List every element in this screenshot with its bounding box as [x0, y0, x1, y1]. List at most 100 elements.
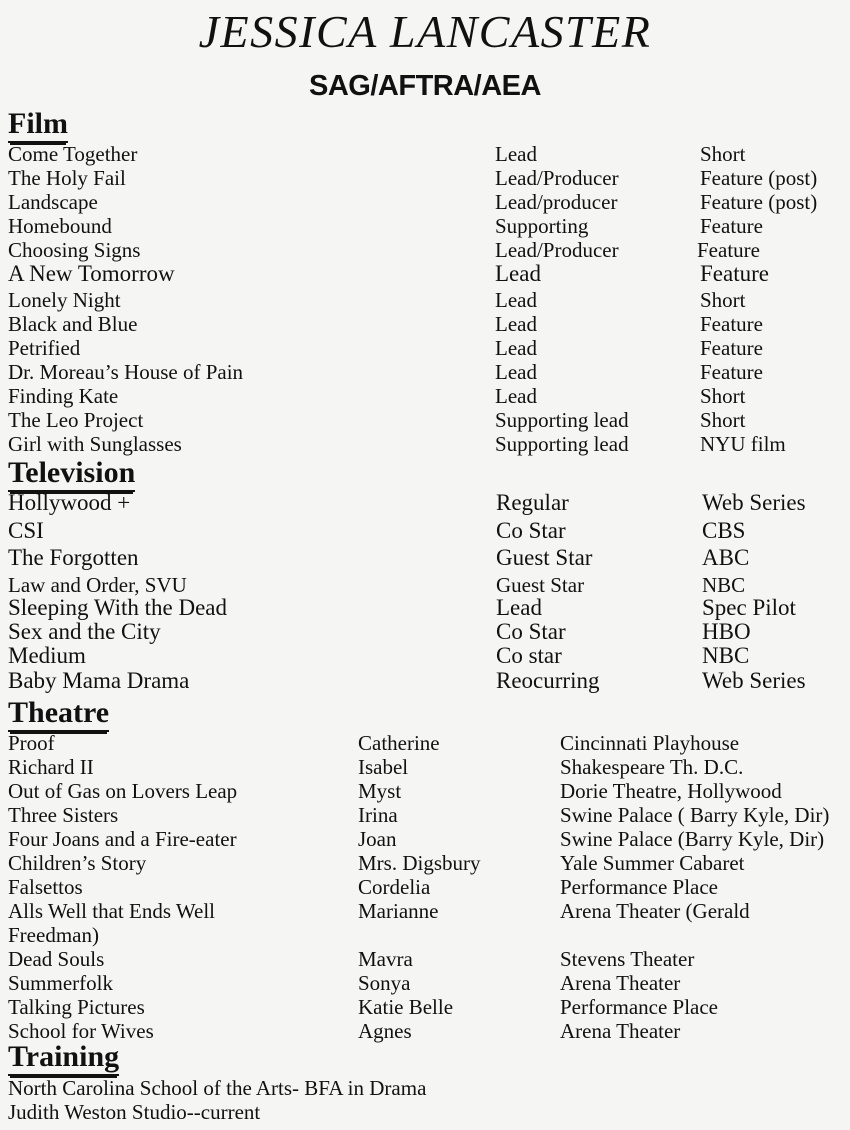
table-row: The Forgotten Guest Star ABC [0, 546, 850, 570]
table-row: Finding Kate Lead Short [0, 384, 850, 408]
credit-title: Three Sisters [8, 803, 119, 827]
credit-role: Sonya [358, 971, 411, 995]
credit-title: Dr. Moreau’s House of Pain [8, 360, 244, 384]
table-row: Lonely Night Lead Short [0, 288, 850, 312]
table-row: Proof Catherine Cincinnati Playhouse [0, 731, 850, 755]
table-row: Children’s Story Mrs. Digsbury Yale Summ… [0, 851, 850, 875]
table-row: Falsettos Cordelia Performance Place [0, 875, 850, 899]
credit-role: Lead [495, 360, 537, 384]
credit-title: Sex and the City [8, 619, 161, 644]
credit-title: Landscape [8, 190, 98, 214]
credit-role: Co Star [496, 518, 566, 543]
credit-role: Lead [495, 261, 541, 286]
credit-role: Lead [495, 288, 537, 312]
credit-venue: Performance Place [560, 875, 719, 899]
credit-role: Catherine [358, 731, 440, 755]
credit-type: HBO [702, 619, 751, 644]
credit-role: Guest Star [496, 573, 585, 597]
credit-venue: Swine Palace (Barry Kyle, Dir) [560, 827, 825, 851]
page-title: JESSICA LANCASTER [198, 6, 652, 57]
credit-title: Sleeping With the Dead [8, 595, 228, 620]
credit-venue: Cincinnati Playhouse [560, 731, 740, 755]
section-heading-film: Film [8, 108, 68, 143]
table-row: Summerfolk Sonya Arena Theater [0, 971, 850, 995]
resume-page: JESSICA LANCASTER SAG/AFTRA/AEA Film Com… [0, 0, 850, 1130]
credit-role: Co star [496, 643, 562, 668]
credit-title: Come Together [8, 142, 138, 166]
credit-title: Richard II [8, 755, 94, 779]
credit-title: Summerfolk [8, 971, 113, 995]
credit-venue: Arena Theater (Gerald [560, 899, 750, 923]
credit-role: Joan [358, 827, 397, 851]
credit-role: Reocurring [496, 668, 600, 693]
credit-role: Lead [496, 595, 542, 620]
credit-type: NYU film [700, 432, 786, 456]
credit-role: Cordelia [358, 875, 431, 899]
credit-title: Falsettos [8, 875, 83, 899]
training-line: North Carolina School of the Arts- BFA i… [8, 1076, 427, 1100]
credit-type: ABC [702, 545, 750, 570]
credit-venue: Shakespeare Th. D.C. [560, 755, 744, 779]
credit-role: Supporting lead [495, 408, 629, 432]
credit-type: Feature [700, 312, 763, 336]
credit-title: Law and Order, SVU [8, 573, 187, 597]
credit-role: Myst [358, 779, 402, 803]
credit-title: Out of Gas on Lovers Leap [8, 779, 238, 803]
credit-type: Feature [700, 261, 769, 286]
credit-role: Lead/producer [495, 190, 618, 214]
credit-venue: Dorie Theatre, Hollywood [560, 779, 782, 803]
credit-title: Proof [8, 731, 55, 755]
credit-type: Feature [700, 214, 763, 238]
table-row: Dead Souls Mavra Stevens Theater [0, 947, 850, 971]
credit-venue: Arena Theater [560, 1019, 681, 1043]
credit-venue: Performance Place [560, 995, 719, 1019]
table-row: Medium Co star NBC [0, 644, 850, 668]
credit-type: Feature [700, 336, 763, 360]
credit-role: Regular [496, 490, 569, 515]
credit-type: Feature (post) [700, 166, 818, 190]
credit-type: Web Series [702, 490, 806, 515]
credit-venue: Yale Summer Cabaret [560, 851, 745, 875]
credit-title: Girl with Sunglasses [8, 432, 182, 456]
credit-title: Talking Pictures [8, 995, 145, 1019]
table-row: Baby Mama Drama Reocurring Web Series [0, 669, 850, 693]
credit-role: Supporting [495, 214, 589, 238]
credit-title: The Holy Fail [8, 166, 126, 190]
credit-role: Supporting lead [495, 432, 629, 456]
table-row: Homebound Supporting Feature [0, 214, 850, 238]
credit-title: Hollywood + [8, 490, 131, 515]
table-row: The Holy Fail Lead/Producer Feature (pos… [0, 166, 850, 190]
credit-role: Isabel [358, 755, 409, 779]
table-row: Four Joans and a Fire-eater Joan Swine P… [0, 827, 850, 851]
credit-title: Black and Blue [8, 312, 138, 336]
credit-type: Feature (post) [700, 190, 818, 214]
credit-role: Lead [495, 336, 537, 360]
table-row: Hollywood + Regular Web Series [0, 491, 850, 515]
credit-type: CBS [702, 518, 746, 543]
credit-role: Marianne [358, 899, 439, 923]
credit-role: Lead/Producer [495, 166, 619, 190]
table-row: Girl with Sunglasses Supporting lead NYU… [0, 432, 850, 456]
credit-role: Guest Star [496, 545, 593, 570]
credit-role: Lead [495, 384, 537, 408]
table-row: School for Wives Agnes Arena Theater [0, 1019, 850, 1043]
table-row: Petrified Lead Feature [0, 336, 850, 360]
section-heading-television: Television [8, 457, 136, 492]
table-row: Landscape Lead/producer Feature (post) [0, 190, 850, 214]
credit-title: A New Tomorrow [8, 261, 175, 286]
credit-title: Baby Mama Drama [8, 668, 190, 693]
credit-title: Finding Kate [8, 384, 119, 408]
credit-type: Short [700, 288, 746, 312]
table-row: CSI Co Star CBS [0, 519, 850, 543]
table-row: Sex and the City Co Star HBO [0, 620, 850, 644]
credit-type: Short [700, 142, 746, 166]
credit-title: Lonely Night [8, 288, 121, 312]
credit-title: Petrified [8, 336, 81, 360]
credit-venue-continuation: Freedman) [8, 923, 99, 947]
table-row: Talking Pictures Katie Belle Performance… [0, 995, 850, 1019]
credit-title: Choosing Signs [8, 238, 141, 262]
credit-venue: Arena Theater [560, 971, 681, 995]
credit-type: Web Series [702, 668, 806, 693]
credit-title: Dead Souls [8, 947, 105, 971]
credit-title: The Forgotten [8, 545, 139, 570]
